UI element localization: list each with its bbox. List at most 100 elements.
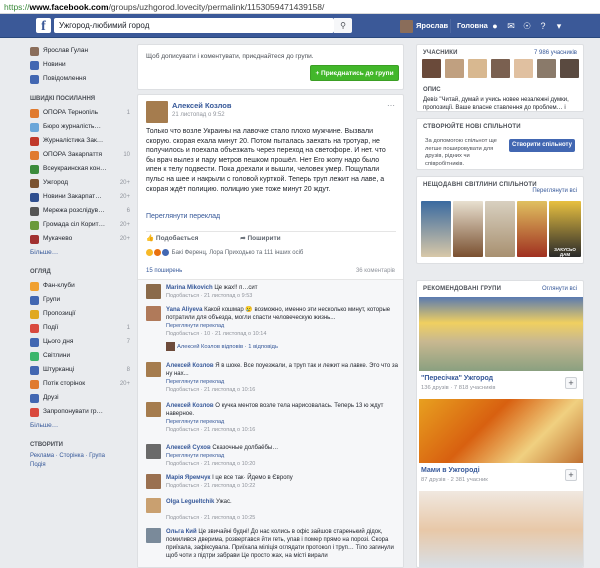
- share-button[interactable]: ➦ Поширити: [240, 235, 300, 242]
- create-links[interactable]: Реклама · Сторінка · Група: [30, 452, 130, 461]
- sidebar-shortcut-item[interactable]: Всеукраинская кон…: [30, 162, 130, 176]
- recommended-group-name[interactable]: Мами в Ужгороді: [421, 467, 480, 474]
- sidebar-top-item[interactable]: Повідомлення: [30, 72, 130, 86]
- comments-count[interactable]: 36 коментарів: [356, 268, 395, 274]
- sidebar-shortcut-item[interactable]: Журналістика Зак…: [30, 134, 130, 148]
- post-options-icon[interactable]: ⋯: [387, 101, 395, 110]
- sidebar-explore-item[interactable]: Світлини: [30, 349, 130, 363]
- comment-meta[interactable]: Подобається · 21 листопад о 10:25: [166, 515, 255, 521]
- group-photo[interactable]: [517, 201, 547, 257]
- comment-avatar[interactable]: [146, 474, 161, 489]
- group-photo[interactable]: [421, 201, 451, 257]
- reactions-summary[interactable]: Бакі Ференц, Лора Приходько та 111 інших…: [146, 249, 303, 256]
- facebook-logo-icon[interactable]: f: [36, 18, 51, 34]
- sidebar-explore-item[interactable]: Потік сторінок 20+: [30, 377, 130, 391]
- sidebar-explore-item[interactable]: Цього дня 7: [30, 335, 130, 349]
- join-recommended-group-button[interactable]: +: [565, 377, 577, 389]
- left-sidebar: Ярослав Гулан Новини Повідомлення ШВИДКІ …: [30, 44, 130, 470]
- sidebar-shortcut-item[interactable]: Мережа розслідув… 6: [30, 204, 130, 218]
- group-photo[interactable]: [485, 201, 515, 257]
- comment-meta[interactable]: Подобається · 21 листопад о 10:20: [166, 461, 255, 467]
- member-avatar[interactable]: [468, 59, 487, 78]
- create-group-button[interactable]: Створити спільноту: [509, 139, 575, 152]
- comment-meta[interactable]: Подобається · 21 листопад о 9:53: [166, 293, 252, 299]
- sidebar-shortcut-item[interactable]: Новини Закарпат… 20+: [30, 190, 130, 204]
- home-link[interactable]: Головна: [450, 19, 488, 33]
- comment-author[interactable]: Алексей Сухов: [166, 445, 211, 451]
- recent-photos-link[interactable]: Переглянути всі: [532, 188, 577, 194]
- comment-translate-link[interactable]: Переглянути переклад: [166, 379, 224, 385]
- sidebar-explore-item[interactable]: Друзі: [30, 391, 130, 405]
- search-icon[interactable]: ⚲: [334, 18, 352, 33]
- notifications-icon[interactable]: ☉: [520, 19, 534, 33]
- comment-meta[interactable]: Подобається · 10 · 21 листопад о 10:14: [166, 331, 266, 337]
- sidebar-shortcut-item[interactable]: Мукачево 20+: [30, 232, 130, 246]
- comment-translate-link[interactable]: Переглянути переклад: [166, 453, 224, 459]
- sidebar-shortcut-item[interactable]: Громада сіл Корит… 20+: [30, 218, 130, 232]
- comment-author[interactable]: Marina Mikovich: [166, 285, 213, 291]
- comment-author[interactable]: Алексей Козлов: [166, 403, 214, 409]
- comment-meta[interactable]: Подобається · 21 листопад о 10:22: [166, 483, 255, 489]
- recommended-group-name[interactable]: "Пересічка" Ужгород: [421, 375, 493, 382]
- comment-author[interactable]: Алексей Козлов: [166, 363, 214, 369]
- post-author-avatar[interactable]: [146, 101, 168, 123]
- sidebar-explore-item[interactable]: Штурканці 8: [30, 363, 130, 377]
- comment-avatar[interactable]: [146, 284, 161, 299]
- comment-avatar[interactable]: [146, 402, 161, 417]
- sidebar-explore-item[interactable]: Запропонувати гр…: [30, 405, 130, 419]
- group-photo[interactable]: [453, 201, 483, 257]
- shares-count[interactable]: 15 поширень: [146, 268, 182, 274]
- comment-meta[interactable]: Подобається · 21 листопад о 10:16: [166, 387, 255, 393]
- explore-more-link[interactable]: Більше…: [30, 419, 130, 432]
- comment-avatar[interactable]: [146, 444, 161, 459]
- recommended-all-link[interactable]: Оглянути всі: [542, 286, 577, 292]
- join-recommended-group-button[interactable]: +: [565, 469, 577, 481]
- create-links-event[interactable]: Подія: [30, 461, 130, 470]
- sidebar-explore-item[interactable]: Фан-клуби: [30, 279, 130, 293]
- sidebar-shortcut-item[interactable]: Бюро журналість…: [30, 120, 130, 134]
- members-count-link[interactable]: 7 986 учасників: [534, 50, 577, 56]
- member-avatar[interactable]: [491, 59, 510, 78]
- group-cover-image[interactable]: [419, 491, 583, 567]
- chevron-down-icon[interactable]: ▾: [552, 19, 566, 33]
- join-group-button[interactable]: + Приєднатись до групи: [310, 65, 399, 81]
- comment-translate-link[interactable]: Переглянути переклад: [166, 419, 224, 425]
- comment-author[interactable]: Марія Яремчук: [166, 475, 210, 481]
- sidebar-explore-item[interactable]: Пропозиції: [30, 307, 130, 321]
- sidebar-shortcut-item[interactable]: ОПОРА Тернопіль 1: [30, 106, 130, 120]
- like-button[interactable]: 👍 Подобається: [146, 235, 218, 242]
- search-input[interactable]: Ужгород-любимий город: [54, 18, 334, 33]
- post-author-name[interactable]: Алексей Козлов: [172, 101, 232, 110]
- sidebar-top-item[interactable]: Новини: [30, 58, 130, 72]
- comment-author[interactable]: Olga Leguelt​chik: [166, 499, 214, 505]
- member-avatar[interactable]: [560, 59, 579, 78]
- messages-icon[interactable]: ✉: [504, 19, 518, 33]
- group-cover-image[interactable]: [419, 399, 583, 463]
- member-avatar[interactable]: [537, 59, 556, 78]
- browser-url-bar[interactable]: https://www.facebook.com/groups/uzhgorod…: [0, 0, 600, 14]
- sidebar-profile[interactable]: Ярослав Гулан: [30, 44, 130, 58]
- comment-author[interactable]: Yana Aliyeva: [166, 307, 202, 313]
- comment-avatar[interactable]: [146, 528, 161, 543]
- post-translate-link[interactable]: Переглянути переклад: [146, 213, 220, 220]
- post-date[interactable]: 21 листопад о 9:52: [172, 112, 225, 118]
- member-avatar[interactable]: [514, 59, 533, 78]
- sidebar-shortcut-item[interactable]: ОПОРА Закарпаття 10: [30, 148, 130, 162]
- comment-avatar[interactable]: [146, 362, 161, 377]
- comment-avatar[interactable]: [146, 498, 161, 513]
- friend-requests-icon[interactable]: ●: [488, 19, 502, 33]
- sidebar-explore-item[interactable]: Події 1: [30, 321, 130, 335]
- group-cover-image[interactable]: [419, 297, 583, 371]
- top-profile-link[interactable]: Ярослав: [400, 19, 448, 33]
- member-avatar[interactable]: [422, 59, 441, 78]
- shortcuts-more-link[interactable]: Більше…: [30, 246, 130, 259]
- sidebar-shortcut-item[interactable]: Ужгород 20+: [30, 176, 130, 190]
- member-avatar[interactable]: [445, 59, 464, 78]
- view-replies-link[interactable]: Алексей Козлов відповів · 1 відповідь: [166, 342, 278, 351]
- sidebar-explore-item[interactable]: Групи: [30, 293, 130, 307]
- comment-meta[interactable]: Подобається · 21 листопад о 10:16: [166, 427, 255, 433]
- comment-avatar[interactable]: [146, 306, 161, 321]
- comment-author[interactable]: Ольга Кий: [166, 529, 197, 535]
- comment-translate-link[interactable]: Переглянути переклад: [166, 323, 224, 329]
- help-icon[interactable]: ?: [536, 19, 550, 33]
